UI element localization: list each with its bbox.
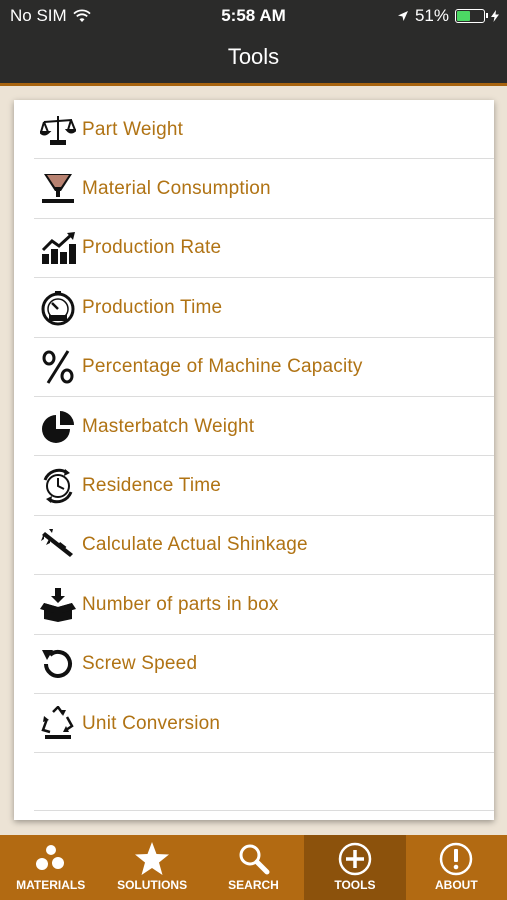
list-divider [34,810,494,811]
tab-about[interactable]: ABOUT [406,835,507,900]
tab-materials[interactable]: MATERIALS [0,835,101,900]
tab-label: MATERIALS [16,878,86,892]
cycle-clock-icon [38,466,78,506]
tab-label: TOOLS [334,878,376,892]
location-arrow-icon [397,11,408,21]
tool-item-label: Number of parts in box [82,593,279,615]
tab-tools[interactable]: TOOLS [304,835,406,900]
tool-item-label: Material Consumption [82,178,271,200]
battery-fill [457,11,471,21]
tool-item-residence-time[interactable]: Residence Time [14,456,494,517]
tool-item-label: Production Time [82,296,223,318]
tab-label: ABOUT [434,878,478,892]
plus-circle-icon [338,842,372,876]
tool-item-label: Part Weight [82,118,184,140]
tool-item-production-rate[interactable]: Production Rate [14,219,494,279]
tool-item-masterbatch-weight[interactable]: Masterbatch Weight [14,397,494,457]
page-title: Tools [227,44,280,69]
hopper-icon [38,169,78,209]
battery-icon [455,9,488,23]
recycle-icon [38,704,78,744]
status-right: 51% [397,6,499,26]
tool-item-part-weight[interactable]: Part Weight [14,100,494,160]
tool-item-label: Production Rate [82,237,222,259]
stopwatch-icon [38,288,78,328]
tool-item-screw-speed[interactable]: Screw Speed [14,635,494,695]
tool-item-label: Screw Speed [82,653,198,675]
tab-solutions[interactable]: SOLUTIONS [101,835,202,900]
tools-list: Part Weight Material Consumption Product… [14,100,494,754]
tool-item-actual-shrinkage[interactable]: Calculate Actual Shinkage [14,516,494,576]
tools-card: Part Weight Material Consumption Product… [14,100,494,820]
tool-item-unit-conversion[interactable]: Unit Conversion [14,694,494,754]
tool-item-label: Residence Time [82,475,222,497]
search-icon [239,844,270,875]
battery-percent: 51% [414,6,449,25]
tool-item-label: Unit Conversion [82,712,221,734]
tool-item-label: Masterbatch Weight [82,415,255,437]
tool-item-label: Calculate Actual Shinkage [82,534,308,556]
tool-item-production-time[interactable]: Production Time [14,278,494,338]
bar-chart-icon [38,228,78,268]
pie-chart-icon [38,407,78,447]
rotate-icon [38,644,78,684]
header: No SIM 5:58 AM 51% Tools [0,0,507,86]
caliper-icon [38,525,78,565]
pellets-icon [35,845,64,870]
tab-label: SOLUTIONS [117,878,188,892]
tool-item-material-consumption[interactable]: Material Consumption [14,159,494,220]
exclamation-circle-icon [440,842,473,876]
tool-item-parts-in-box[interactable]: Number of parts in box [14,575,494,635]
charging-icon [491,10,499,22]
scale-icon [38,110,78,150]
star-icon [135,842,170,875]
box-icon [38,585,78,625]
tool-item-machine-capacity[interactable]: Percentage of Machine Capacity [14,338,494,398]
tab-bar: MATERIALS SOLUTIONS SEARCH TOOLS ABOUT [0,835,507,900]
percent-icon [38,347,78,387]
status-bar: No SIM 5:58 AM 51% [0,0,507,30]
tab-search[interactable]: SEARCH [203,835,304,900]
tab-label: SEARCH [228,878,279,892]
tool-item-label: Percentage of Machine Capacity [82,356,363,378]
